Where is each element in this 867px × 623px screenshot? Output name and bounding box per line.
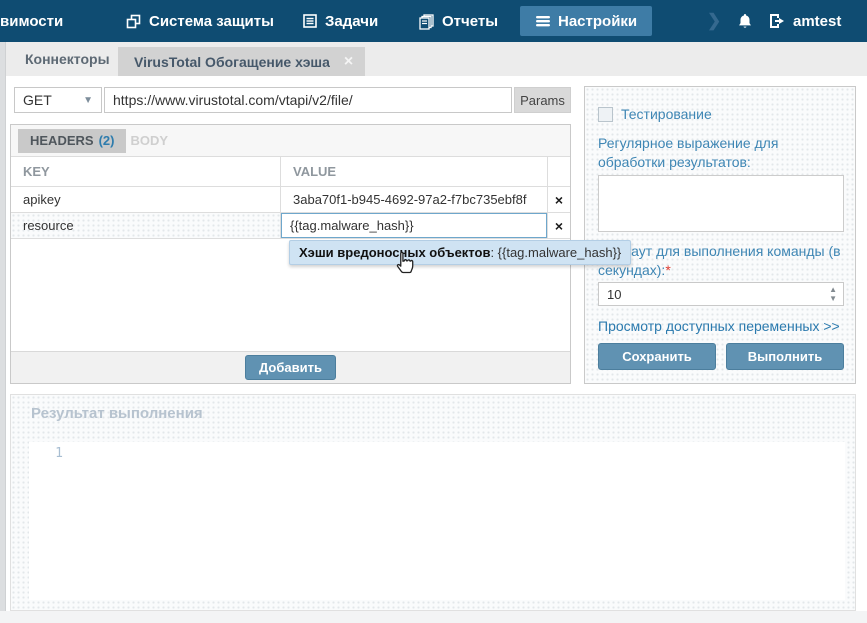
suggestion-value: : {{tag.malware_hash}} xyxy=(490,245,621,260)
logout-button[interactable]: amtest xyxy=(768,0,841,42)
reports-icon xyxy=(418,13,435,30)
regex-textarea[interactable] xyxy=(598,175,844,232)
nav-item-reports[interactable]: Отчеты xyxy=(418,0,498,42)
run-button[interactable]: Выполнить xyxy=(726,343,844,370)
layers-icon xyxy=(125,13,142,30)
regex-label: Регулярное выражение для обработки резул… xyxy=(598,134,844,172)
nav-item-label: вимости xyxy=(0,13,63,30)
page-bottom-margin xyxy=(0,611,867,623)
notifications-bell-icon[interactable] xyxy=(736,0,754,42)
result-code-editor[interactable]: 1 xyxy=(29,442,845,600)
settings-menu-icon xyxy=(535,14,551,28)
nav-item-label: Система защиты xyxy=(149,13,274,30)
code-content-area[interactable] xyxy=(79,442,845,600)
action-buttons-row: Сохранить Выполнить xyxy=(598,343,844,370)
logout-icon xyxy=(768,13,786,29)
variable-suggestion-popup[interactable]: Хэши вредоносных объектов: {{tag.malware… xyxy=(289,240,631,265)
save-button[interactable]: Сохранить xyxy=(598,343,716,370)
number-spinner[interactable]: ▲▼ xyxy=(829,285,837,303)
nav-item-label: Отчеты xyxy=(442,13,498,30)
testing-checkbox-row[interactable]: Тестирование xyxy=(598,105,712,124)
row-delete-cell: × xyxy=(548,187,570,213)
spinner-down-icon[interactable]: ▼ xyxy=(829,294,837,303)
column-header-value: VALUE xyxy=(281,157,548,187)
tab-connectors-label: Коннекторы xyxy=(25,51,110,67)
nav-item-label: Задачи xyxy=(325,13,378,30)
available-variables-link[interactable]: Просмотр доступных переменных >> xyxy=(598,318,840,334)
tab-body[interactable]: BODY xyxy=(126,129,180,153)
table-header-row: KEY VALUE xyxy=(11,157,570,187)
header-value-cell xyxy=(281,213,548,239)
line-number-gutter: 1 xyxy=(29,442,79,600)
timeout-label-text: Таймаут для выполнения команды (в секунд… xyxy=(598,243,841,278)
tab-connectors[interactable]: Коннекторы xyxy=(25,42,110,76)
tab-headers-label: HEADERS xyxy=(30,133,94,148)
nav-item-settings[interactable]: Настройки xyxy=(520,6,652,36)
headers-count-badge: (2) xyxy=(99,133,115,148)
tab-label: VirusTotal Обогащение хэша xyxy=(134,54,330,70)
url-input[interactable] xyxy=(104,87,512,113)
timeout-input-wrap: ▲▼ xyxy=(598,282,844,306)
timeout-label: Таймаут для выполнения команды (в секунд… xyxy=(598,242,844,280)
tab-bar: Коннекторы VirusTotal Обогащение хэша × xyxy=(0,42,867,76)
table-row[interactable]: resource × xyxy=(11,213,570,239)
app-window: вимости Система защиты Задачи Отчеты Нас… xyxy=(0,0,867,623)
execution-result-panel: Результат выполнения 1 xyxy=(10,394,856,611)
add-header-button[interactable]: Добавить xyxy=(245,355,336,380)
result-panel-title: Результат выполнения xyxy=(31,405,203,422)
column-header-key: KEY xyxy=(11,157,281,187)
tab-virustotal-connector[interactable]: VirusTotal Обогащение хэша × xyxy=(118,47,365,76)
chevron-down-icon: ▼ xyxy=(83,95,93,106)
tasks-icon xyxy=(302,13,318,29)
nav-item-label: Настройки xyxy=(558,13,637,30)
tab-body-label: BODY xyxy=(130,133,168,148)
connector-settings-panel: Тестирование Регулярное выражение для об… xyxy=(584,86,856,384)
method-value: GET xyxy=(23,92,52,108)
header-value-edit-input[interactable] xyxy=(281,213,547,238)
column-header-actions xyxy=(548,157,570,187)
suggestion-title: Хэши вредоносных объектов xyxy=(299,245,490,260)
testing-checkbox[interactable] xyxy=(598,107,613,122)
required-asterisk: * xyxy=(665,262,670,278)
method-select[interactable]: GET ▼ xyxy=(14,87,102,113)
tab-headers[interactable]: HEADERS (2) xyxy=(18,129,126,153)
spinner-up-icon[interactable]: ▲ xyxy=(829,285,837,294)
top-navbar: вимости Система защиты Задачи Отчеты Нас… xyxy=(0,0,867,42)
delete-row-icon[interactable]: × xyxy=(555,219,563,233)
header-value-cell[interactable]: 3aba70f1-b945-4692-97a2-f7bc735ebf8f xyxy=(281,187,548,213)
params-button[interactable]: Params xyxy=(514,87,571,113)
headers-panel-footer: Добавить xyxy=(11,351,570,383)
line-number: 1 xyxy=(55,446,63,461)
nav-item-vulnerabilities[interactable]: вимости xyxy=(0,0,63,42)
delete-row-icon[interactable]: × xyxy=(555,193,563,207)
nav-item-tasks[interactable]: Задачи xyxy=(302,0,378,42)
username-label: amtest xyxy=(793,13,841,30)
timeout-input[interactable] xyxy=(599,283,843,305)
header-key-cell[interactable]: resource xyxy=(11,213,281,239)
nav-overflow-chevron-icon[interactable]: ❯ xyxy=(707,0,721,42)
headers-body-tabstrip: HEADERS (2) BODY xyxy=(11,125,570,157)
tab-close-icon[interactable]: × xyxy=(344,53,353,71)
row-delete-cell: × xyxy=(548,213,570,239)
header-key-cell[interactable]: apikey xyxy=(11,187,281,213)
collapsed-sidebar-strip[interactable] xyxy=(0,42,6,623)
testing-label: Тестирование xyxy=(621,105,712,124)
nav-item-protection-system[interactable]: Система защиты xyxy=(125,0,274,42)
table-row[interactable]: apikey 3aba70f1-b945-4692-97a2-f7bc735eb… xyxy=(11,187,570,213)
